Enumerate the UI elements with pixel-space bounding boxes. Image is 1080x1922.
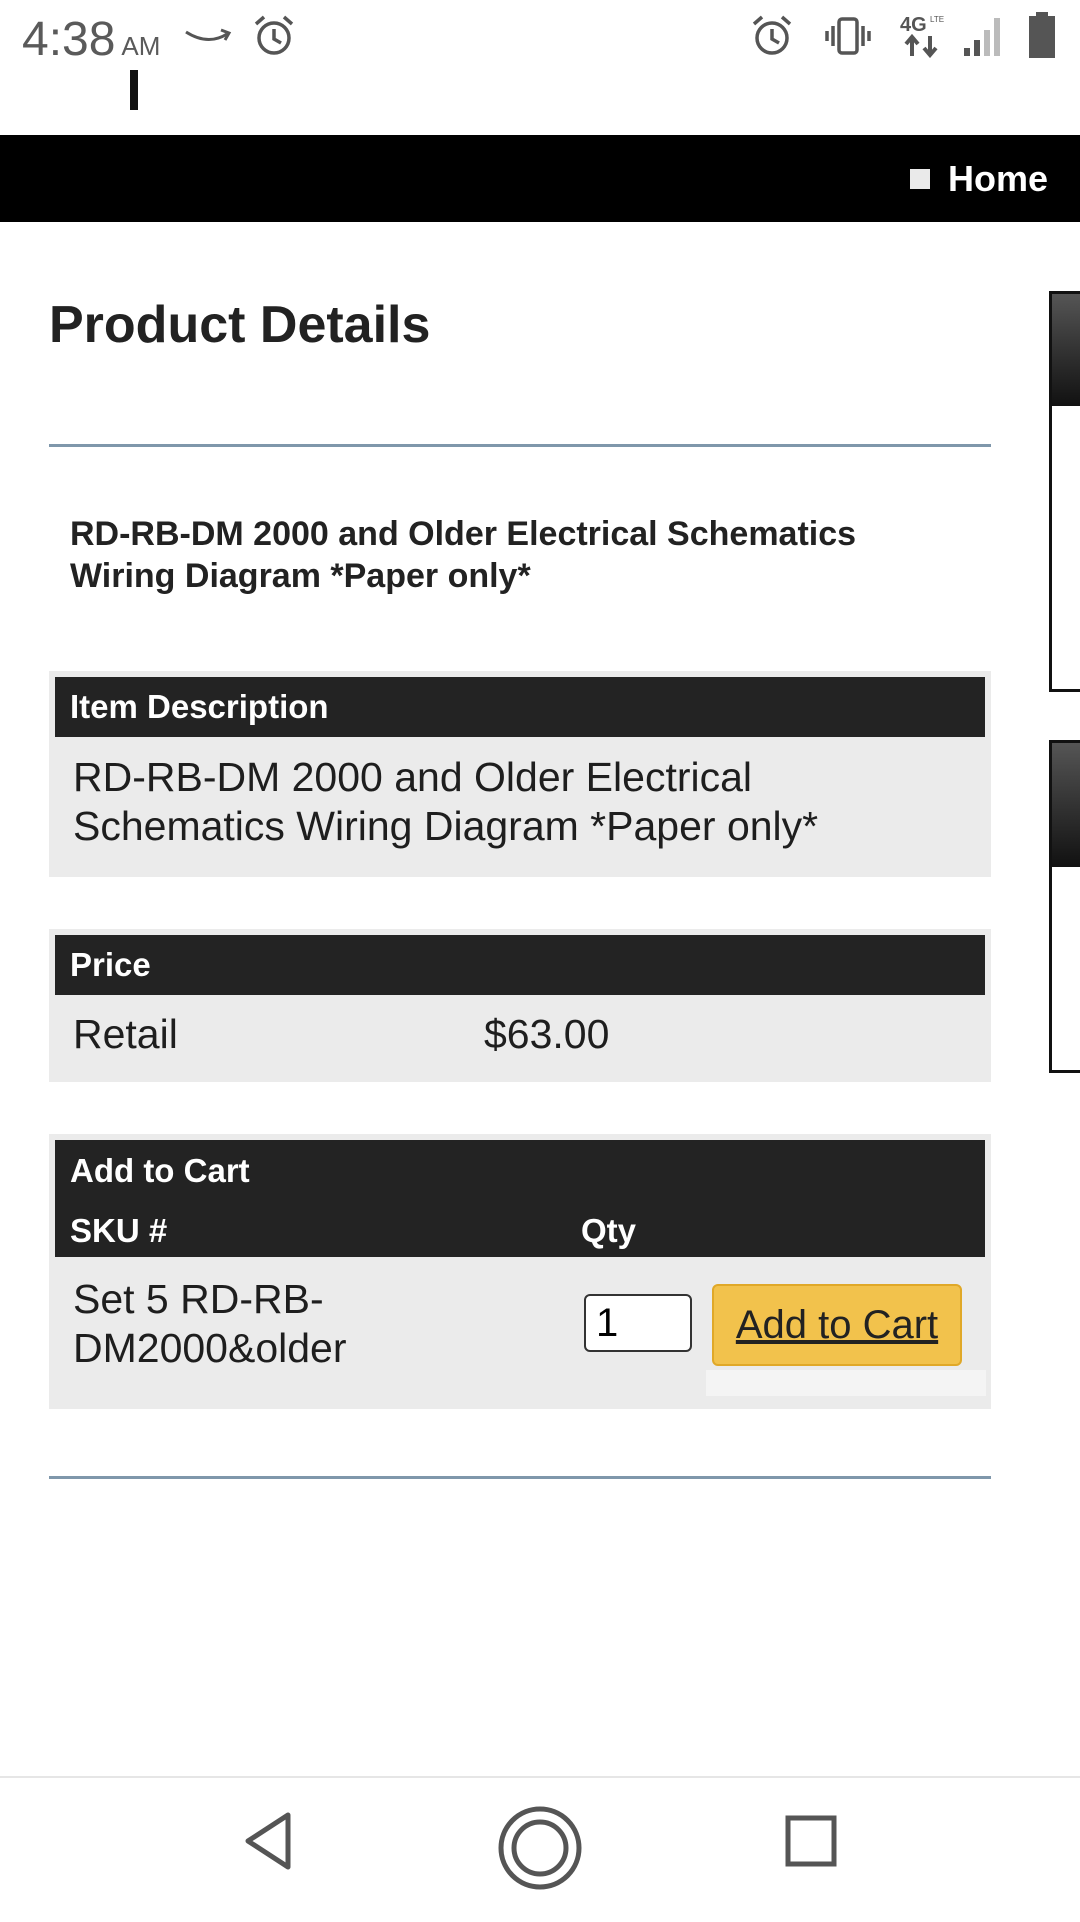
address-bar-cursor	[130, 70, 138, 110]
sku-value: Set 5 RD-RB-DM2000&older	[73, 1276, 347, 1371]
4g-lte-icon: 4G LTE	[900, 14, 944, 58]
alarm-clock-icon	[254, 15, 294, 55]
sidebar-widget-bottom-header	[1052, 743, 1080, 867]
status-time: 4:38 AM	[22, 12, 160, 67]
price-header: Price	[55, 935, 985, 995]
sku-column-header: SKU #	[70, 1212, 168, 1249]
sidebar-widget-bottom	[1049, 740, 1080, 1073]
quantity-input[interactable]	[584, 1294, 692, 1352]
item-description-header-label: Item Description	[70, 688, 329, 725]
amazon-notification-icon	[185, 28, 232, 41]
qty-column-header: Qty	[581, 1212, 637, 1249]
square-bullet-icon	[909, 168, 930, 189]
divider-bottom	[49, 1476, 991, 1479]
item-description-text: RD-RB-DM 2000 and Older Electrical Schem…	[73, 754, 819, 849]
sidebar-widget-top	[1049, 291, 1080, 692]
top-nav-bar: Home	[0, 135, 1080, 222]
recents-icon[interactable]	[784, 1814, 838, 1868]
divider-top	[49, 444, 991, 447]
item-description-header: Item Description	[55, 677, 985, 737]
alarm-icon	[752, 15, 792, 55]
status-time-value: 4:38	[22, 13, 116, 66]
price-panel: Price Retail $63.00	[49, 929, 991, 1082]
sidebar-widget-top-header	[1052, 294, 1080, 406]
nav-home-label: Home	[947, 157, 1048, 199]
product-name: RD-RB-DM 2000 and Older Electrical Schem…	[70, 515, 857, 595]
page-title: Product Details	[49, 296, 431, 354]
item-description-panel: Item Description RD-RB-DM 2000 and Older…	[49, 671, 991, 877]
add-to-cart-header: Add to Cart SKU # Qty	[55, 1140, 985, 1257]
button-background	[706, 1370, 986, 1396]
svg-text:4G: 4G	[900, 14, 927, 36]
status-bar: 4:38 AM 4G LTE	[0, 0, 1080, 82]
android-navigation-bar	[0, 1776, 1080, 1922]
price-value: $63.00	[484, 1011, 610, 1057]
price-header-label: Price	[70, 946, 151, 983]
home-icon[interactable]	[496, 1804, 584, 1892]
status-ampm: AM	[121, 31, 161, 61]
battery-icon	[1029, 12, 1055, 58]
add-to-cart-panel: Add to Cart SKU # Qty Set 5 RD-RB-DM2000…	[49, 1134, 991, 1409]
add-to-cart-header-label: Add to Cart	[70, 1152, 250, 1189]
back-icon[interactable]	[240, 1810, 296, 1872]
nav-home-link[interactable]: Home	[909, 135, 1048, 222]
add-to-cart-button[interactable]: Add to Cart	[712, 1284, 962, 1366]
vibrate-icon	[825, 17, 871, 55]
signal-strength-icon	[964, 18, 1000, 56]
svg-text:LTE: LTE	[930, 15, 944, 24]
price-label: Retail	[73, 1011, 178, 1057]
